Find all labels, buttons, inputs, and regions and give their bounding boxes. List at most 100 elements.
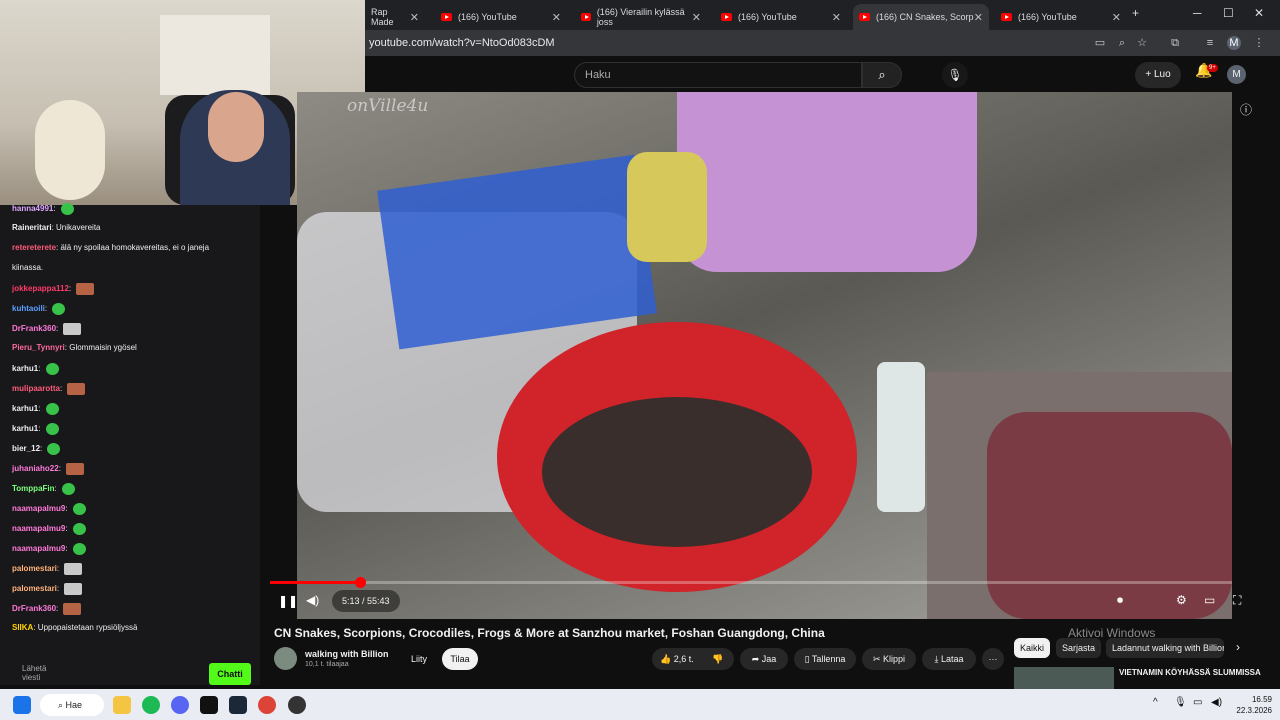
fullscreen-icon[interactable]: ⛶ — [1233, 593, 1241, 608]
chat-username[interactable]: DrFrank360 — [12, 324, 56, 333]
search-icon: ⌕ — [58, 700, 66, 710]
obs-icon[interactable] — [288, 696, 306, 714]
create-button[interactable]: + Luo — [1135, 62, 1181, 88]
maximize-icon[interactable]: ☐ — [1223, 6, 1234, 20]
chat-send-button[interactable]: Chatti — [209, 663, 251, 685]
close-icon[interactable]: ✕ — [692, 11, 701, 24]
file-explorer-icon[interactable] — [113, 696, 131, 714]
chat-username[interactable]: jokkepappa112 — [12, 284, 69, 293]
chip-uploaded[interactable]: Ladannut walking with Billion — [1106, 638, 1224, 658]
minimize-icon[interactable]: ─ — [1193, 6, 1202, 20]
notification-badge: 9+ — [1207, 64, 1218, 72]
steam-icon[interactable] — [229, 696, 247, 714]
menu-dots-icon[interactable]: ⋮ — [1252, 36, 1266, 50]
mic-icon[interactable]: 🎙 — [1174, 697, 1187, 708]
volume-icon[interactable]: ◀) — [1211, 697, 1222, 708]
chat-username[interactable]: naamapalmu9 — [12, 524, 65, 533]
browser-tab-active[interactable]: (166) CN Snakes, Scorp ✕ — [853, 4, 989, 30]
windows-start-icon[interactable] — [13, 696, 31, 714]
chat-separator: : — [65, 544, 70, 554]
cast-icon[interactable]: ▭ — [1093, 36, 1107, 50]
subscribe-button[interactable]: Tilaa — [442, 648, 478, 670]
chat-username[interactable]: palomestari — [12, 564, 57, 573]
close-icon[interactable]: ✕ — [832, 11, 841, 24]
green-emote-icon — [72, 523, 86, 535]
discord-icon[interactable] — [171, 696, 189, 714]
chat-username[interactable]: karhu1 — [12, 424, 38, 433]
chip-series[interactable]: Sarjasta — [1056, 638, 1102, 658]
xbox-icon[interactable] — [200, 696, 218, 714]
chat-username[interactable]: karhu1 — [12, 364, 38, 373]
extensions-icon[interactable]: ⧉ — [1168, 36, 1182, 50]
save-button[interactable]: ▯ Tallenna — [794, 648, 856, 670]
chat-username[interactable]: retereterete — [12, 243, 56, 252]
download-button[interactable]: ⤓ Lataa — [922, 648, 976, 670]
chat-username[interactable]: mulipaarotta — [12, 384, 60, 393]
chat-message: kuhtaoili: — [12, 303, 66, 315]
chat-username[interactable]: juhaniaho22 — [12, 464, 59, 473]
thumbs-down-icon[interactable]: 👎 — [712, 648, 723, 670]
chat-username[interactable]: naamapalmu9 — [12, 504, 65, 513]
close-window-icon[interactable]: ✕ — [1254, 6, 1264, 20]
close-icon[interactable]: ✕ — [974, 11, 983, 24]
chat-username[interactable]: kuhtaoili — [12, 304, 45, 313]
chrome-icon[interactable] — [258, 696, 276, 714]
zoom-icon[interactable]: ⌕ — [1115, 36, 1129, 50]
autoplay-toggle[interactable]: ⏺ — [1117, 593, 1123, 608]
browser-tab[interactable]: (166) YouTube ✕ — [435, 4, 567, 30]
search-button[interactable]: ⌕ — [862, 62, 902, 88]
chat-username[interactable]: hanna4991 — [12, 204, 53, 213]
recommended-title[interactable]: VIETNAMIN KÖYHÄSSÄ SLUMMISSA — [1119, 668, 1261, 677]
browser-tab[interactable]: (166) YouTube ✕ — [995, 4, 1127, 30]
clip-button[interactable]: ✂ Klippi — [862, 648, 916, 670]
clock-time: 16.59 — [1251, 695, 1272, 704]
chat-message: karhu1: — [12, 403, 59, 415]
chat-username[interactable]: Pieru_Tynnyri — [12, 343, 65, 352]
chat-username[interactable]: karhu1 — [12, 404, 38, 413]
chat-username[interactable]: bier_12 — [12, 444, 40, 453]
chat-username[interactable]: SIIKA — [12, 623, 33, 632]
taskbar-search[interactable]: ⌕ Hae — [40, 694, 104, 716]
chevron-right-icon[interactable]: › — [1236, 640, 1240, 654]
chat-separator: : — [65, 524, 70, 534]
close-icon[interactable]: ✕ — [1112, 11, 1121, 24]
info-icon[interactable]: ⓘ — [1240, 101, 1252, 118]
chat-username[interactable]: Raineritari — [12, 223, 52, 232]
video-player[interactable] — [297, 92, 1232, 619]
volume-icon[interactable]: ◀) — [306, 593, 319, 607]
browser-tab[interactable]: Rap Made ✕ — [365, 4, 425, 30]
new-tab-icon[interactable]: + — [1132, 6, 1139, 20]
join-button[interactable]: Liity — [403, 648, 435, 670]
progress-bar[interactable] — [270, 577, 1232, 588]
channel-name[interactable]: walking with Billion — [305, 649, 389, 659]
close-icon[interactable]: ✕ — [410, 11, 419, 24]
thumbs-up-icon[interactable]: 👍 — [660, 654, 674, 664]
avatar[interactable]: M — [1227, 65, 1246, 84]
chat-input[interactable]: Lähetä viesti — [8, 662, 60, 686]
clock[interactable]: 16.59 22.3.2026 — [1232, 694, 1272, 716]
close-icon[interactable]: ✕ — [552, 11, 561, 24]
bookmark-star-icon[interactable]: ☆ — [1135, 36, 1149, 50]
chat-username[interactable]: naamapalmu9 — [12, 544, 65, 553]
pause-icon[interactable]: ❚❚ — [278, 594, 298, 608]
chat-username[interactable]: DrFrank360 — [12, 604, 56, 613]
chip-all[interactable]: Kaikki — [1014, 638, 1050, 658]
mic-icon[interactable]: 🎙 — [942, 62, 968, 88]
chat-username[interactable]: TomppaFin — [12, 484, 55, 493]
spotify-icon[interactable] — [142, 696, 160, 714]
url-field[interactable]: youtube.com/watch?v=NtoOd083cDM — [365, 33, 1065, 53]
profile-icon[interactable]: M — [1227, 36, 1241, 50]
theater-mode-icon[interactable]: ▭ — [1204, 593, 1215, 607]
share-button[interactable]: ➦ Jaa — [740, 648, 788, 670]
recommended-thumbnail[interactable] — [1014, 667, 1114, 689]
more-actions-button[interactable]: ··· — [982, 648, 1004, 670]
chat-username[interactable]: palomestari — [12, 584, 57, 593]
search-input[interactable]: Haku — [574, 62, 862, 88]
network-icon[interactable]: ▭ — [1193, 697, 1202, 708]
media-icon[interactable]: ≡ — [1203, 36, 1217, 50]
settings-gear-icon[interactable]: ⚙ — [1176, 593, 1187, 607]
channel-avatar[interactable] — [274, 647, 297, 670]
browser-tab[interactable]: (166) YouTube ✕ — [715, 4, 847, 30]
chevron-up-icon[interactable]: ^ — [1153, 697, 1158, 708]
browser-tab[interactable]: (166) Vierailin kylässä joss ✕ — [575, 4, 707, 30]
